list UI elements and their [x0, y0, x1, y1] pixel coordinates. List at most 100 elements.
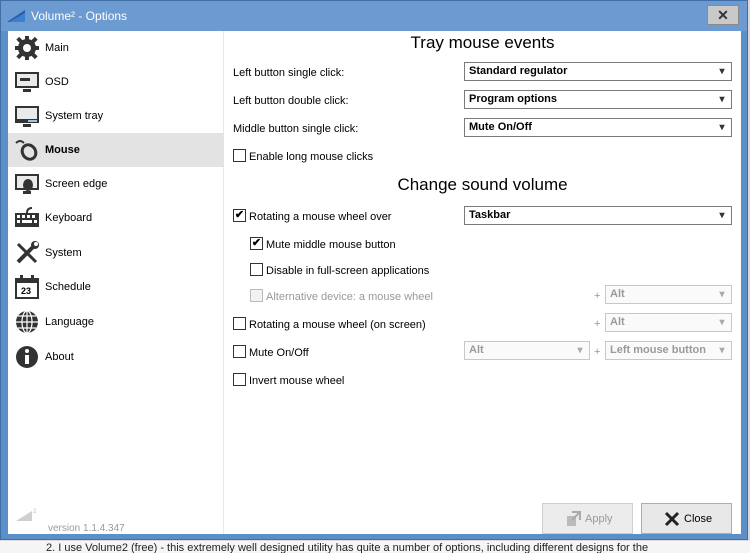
mute-onoff-label: Mute On/Off — [249, 347, 309, 359]
mute-middle-label: Mute middle mouse button — [266, 239, 396, 251]
alt-device-modifier-select[interactable]: Alt ▾ — [605, 285, 732, 304]
system-tray-icon — [15, 106, 39, 127]
window-close-button[interactable]: ✕ — [707, 5, 739, 25]
client-area: Main OSD System tray Mouse Screen edge K… — [8, 31, 741, 534]
sidebar-item-label: Mouse — [45, 144, 80, 156]
close-button[interactable]: Close — [641, 503, 732, 534]
wheel-over-label: Rotating a mouse wheel over — [249, 211, 392, 223]
invert-wheel-checkbox[interactable] — [233, 373, 246, 386]
background-page-strip: 2. I use Volume2 (free) - this extremely… — [0, 540, 750, 553]
volume-logo-icon: 2 — [16, 509, 37, 521]
mute-modifier-value: Alt — [469, 344, 484, 356]
sidebar-item-label: Screen edge — [45, 178, 108, 190]
wheel-screen-modifier-value: Alt — [610, 316, 625, 328]
wheel-screen-modifier-select[interactable]: Alt ▾ — [605, 313, 732, 332]
chevron-down-icon: ▾ — [719, 94, 725, 105]
mouse-settings-panel: Tray mouse events Left button single cli… — [224, 31, 741, 534]
sidebar-item-keyboard[interactable]: Keyboard — [8, 201, 224, 235]
options-window: Volume² - Options ✕ Main OSD System tray… — [0, 0, 748, 540]
gear-icon — [15, 36, 39, 60]
left-double-click-select[interactable]: Program options ▾ — [464, 90, 732, 109]
sidebar-item-osd[interactable]: OSD — [8, 65, 224, 99]
disable-fullscreen-checkbox[interactable] — [250, 263, 263, 276]
close-icon — [664, 511, 680, 527]
close-icon: ✕ — [717, 7, 729, 23]
sidebar-item-system[interactable]: System — [8, 236, 224, 270]
sidebar-item-system-tray[interactable]: System tray — [8, 99, 224, 133]
left-single-click-label: Left button single click: — [233, 67, 345, 79]
middle-single-click-value: Mute On/Off — [469, 121, 532, 133]
left-double-click-label: Left button double click: — [233, 95, 349, 107]
sidebar-item-label: System — [45, 247, 82, 259]
sidebar-item-label: Schedule — [45, 281, 91, 293]
sidebar-item-main[interactable]: Main — [8, 31, 224, 65]
left-single-click-value: Standard regulator — [469, 65, 568, 77]
title-bar[interactable]: Volume² - Options ✕ — [1, 1, 747, 31]
keyboard-icon — [15, 207, 39, 227]
wheel-over-select[interactable]: Taskbar ▾ — [464, 206, 732, 225]
mute-button-select[interactable]: Left mouse button ▾ — [605, 341, 732, 360]
sidebar-item-label: System tray — [45, 110, 104, 122]
monitor-icon — [15, 72, 39, 92]
window-title: Volume² - Options — [31, 9, 128, 23]
wheel-screen-checkbox[interactable] — [233, 317, 246, 330]
wheel-screen-label: Rotating a mouse wheel (on screen) — [249, 319, 426, 331]
sidebar-item-about[interactable]: About — [8, 340, 224, 374]
wheel-over-value: Taskbar — [469, 209, 511, 221]
disable-fullscreen-label: Disable in full-screen applications — [266, 265, 430, 277]
screen-edge-icon — [15, 174, 39, 194]
tray-section-title: Tray mouse events — [410, 33, 555, 52]
globe-icon — [16, 310, 38, 334]
chevron-down-icon: ▾ — [719, 289, 725, 300]
apply-button[interactable]: Apply — [542, 503, 633, 534]
tools-icon — [16, 241, 39, 264]
plus-icon: + — [594, 346, 601, 358]
middle-single-click-select[interactable]: Mute On/Off ▾ — [464, 118, 732, 137]
apply-label: Apply — [585, 513, 613, 525]
sidebar-item-label: OSD — [45, 76, 69, 88]
chevron-down-icon: ▾ — [719, 345, 725, 356]
check-icon: ✔ — [234, 209, 245, 221]
sidebar-item-schedule[interactable]: 23 Schedule — [8, 270, 224, 304]
apply-icon — [567, 511, 581, 526]
background-page-text: 2. I use Volume2 (free) - this extremely… — [46, 542, 649, 553]
sidebar: Main OSD System tray Mouse Screen edge K… — [8, 31, 224, 534]
check-icon: ✔ — [251, 237, 262, 249]
volume-app-icon — [7, 10, 25, 22]
long-clicks-label: Enable long mouse clicks — [249, 151, 374, 163]
info-icon — [16, 346, 38, 368]
mute-modifier-select[interactable]: Alt ▾ — [464, 341, 590, 360]
sidebar-item-label: Language — [45, 316, 94, 328]
chevron-down-icon: ▾ — [719, 210, 725, 221]
middle-single-click-label: Middle button single click: — [233, 123, 359, 135]
sidebar-item-label: Main — [45, 42, 69, 54]
sidebar-item-screen-edge[interactable]: Screen edge — [8, 167, 224, 201]
volume-section-title: Change sound volume — [397, 175, 568, 194]
mute-button-value: Left mouse button — [610, 344, 706, 356]
wheel-over-checkbox[interactable]: ✔ — [233, 209, 246, 222]
alt-device-modifier-value: Alt — [610, 288, 625, 300]
version-label: version 1.1.4.347 — [48, 523, 125, 534]
chevron-down-icon: ▾ — [719, 317, 725, 328]
left-single-click-select[interactable]: Standard regulator ▾ — [464, 62, 732, 81]
chevron-down-icon: ▾ — [719, 122, 725, 133]
mouse-icon — [15, 140, 38, 161]
alt-device-checkbox[interactable] — [250, 289, 263, 302]
mute-onoff-checkbox[interactable] — [233, 345, 246, 358]
sidebar-item-mouse[interactable]: Mouse — [8, 133, 224, 167]
alt-device-label: Alternative device: a mouse wheel — [266, 291, 433, 303]
plus-icon: + — [594, 290, 601, 302]
chevron-down-icon: ▾ — [577, 345, 583, 356]
calendar-day-number: 23 — [21, 286, 32, 296]
sidebar-item-label: About — [45, 351, 74, 363]
sidebar-item-label: Keyboard — [45, 212, 93, 224]
sidebar-item-language[interactable]: Language — [8, 305, 224, 339]
long-clicks-checkbox[interactable] — [233, 149, 246, 162]
invert-wheel-label: Invert mouse wheel — [249, 375, 345, 387]
plus-icon: + — [594, 318, 601, 330]
mute-middle-checkbox[interactable]: ✔ — [250, 237, 263, 250]
svg-text:2: 2 — [33, 509, 37, 515]
chevron-down-icon: ▾ — [719, 66, 725, 77]
left-double-click-value: Program options — [469, 93, 558, 105]
close-label: Close — [684, 513, 713, 525]
